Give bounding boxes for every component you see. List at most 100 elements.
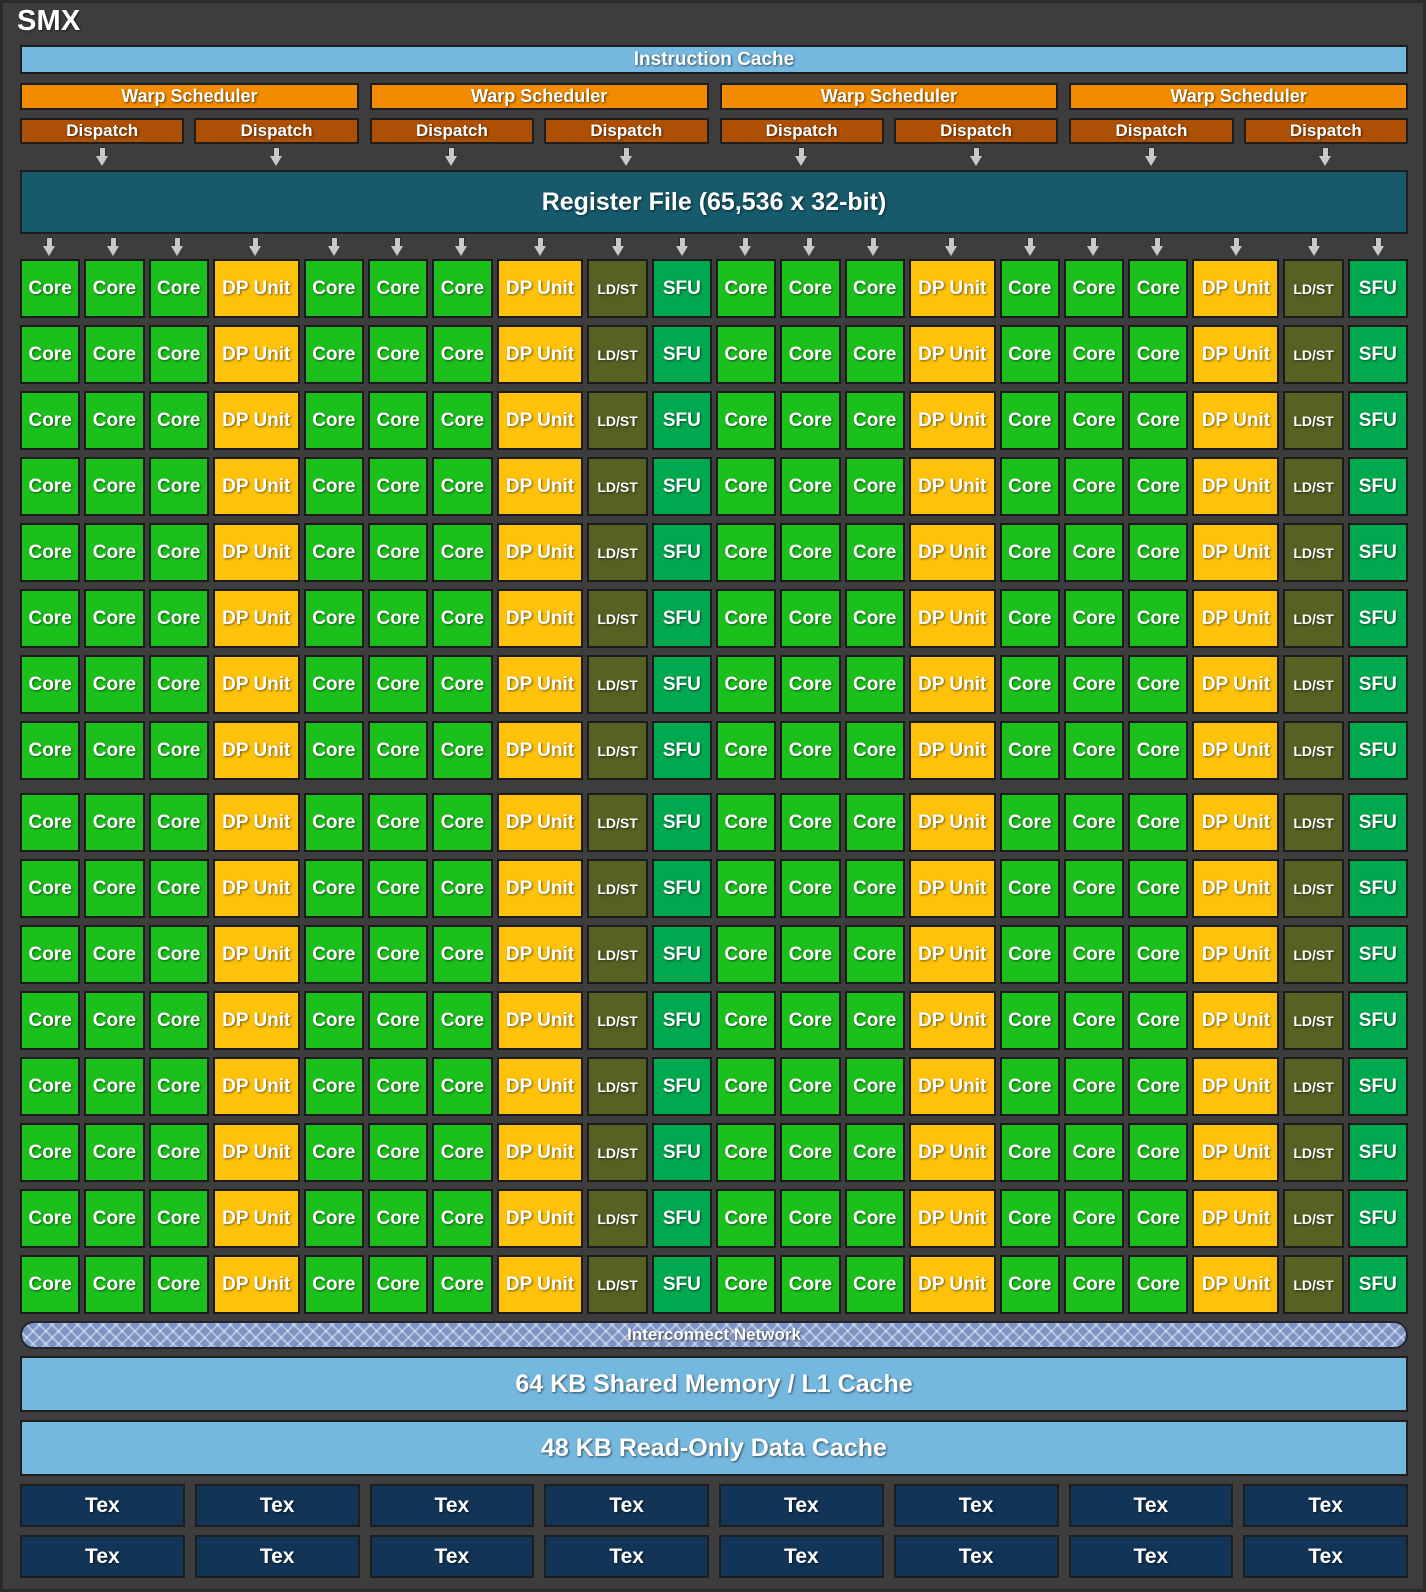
dp-unit: DP Unit bbox=[1192, 457, 1280, 516]
register-file-arrow-cell bbox=[844, 236, 904, 258]
core-unit: Core bbox=[367, 523, 429, 582]
core-unit: Core bbox=[148, 991, 209, 1050]
core-unit: Core bbox=[715, 259, 777, 318]
core-unit: Core bbox=[999, 991, 1060, 1050]
sfu-unit: SFU bbox=[651, 655, 712, 714]
dp-unit: DP Unit bbox=[496, 259, 584, 318]
core-unit: Core bbox=[715, 589, 777, 648]
dp-unit: DP Unit bbox=[908, 1123, 996, 1182]
dp-unit: DP Unit bbox=[1192, 391, 1280, 450]
core-unit: Core bbox=[367, 721, 429, 780]
execution-unit-row: Core Core Core DP Unit Core Core Core DP Unit LD… bbox=[20, 859, 1408, 918]
core-unit: Core bbox=[1128, 457, 1189, 516]
sfu-unit: SFU bbox=[1347, 793, 1408, 852]
ldst-unit: LD/ST bbox=[1283, 1189, 1344, 1248]
texture-unit: Tex bbox=[1243, 1484, 1408, 1527]
dp-unit: DP Unit bbox=[212, 391, 300, 450]
core-unit: Core bbox=[303, 859, 364, 918]
texture-unit: Tex bbox=[893, 1484, 1059, 1527]
dp-unit: DP Unit bbox=[496, 793, 584, 852]
core-unit: Core bbox=[84, 1123, 145, 1182]
dispatch-arrow-cell bbox=[1244, 146, 1408, 168]
register-file-arrow-cell bbox=[20, 236, 80, 258]
core-unit: Core bbox=[20, 457, 81, 516]
down-arrow-icon bbox=[611, 238, 625, 256]
core-unit: Core bbox=[999, 1057, 1060, 1116]
core-unit: Core bbox=[780, 1057, 841, 1116]
down-arrow-icon bbox=[249, 238, 262, 256]
core-unit: Core bbox=[303, 391, 364, 450]
core-unit: Core bbox=[432, 325, 493, 384]
dispatch-arrow-cell bbox=[194, 146, 358, 168]
core-unit: Core bbox=[84, 589, 145, 648]
sfu-unit: SFU bbox=[651, 523, 712, 582]
dp-unit: DP Unit bbox=[212, 655, 300, 714]
core-unit: Core bbox=[999, 457, 1060, 516]
core-unit: Core bbox=[84, 793, 145, 852]
register-file-arrow-cell bbox=[908, 236, 996, 258]
core-unit: Core bbox=[84, 325, 145, 384]
core-unit: Core bbox=[780, 325, 841, 384]
execution-unit-row: Core Core Core DP Unit Core Core Core DP Unit LD… bbox=[20, 325, 1408, 384]
dp-unit: DP Unit bbox=[908, 457, 996, 516]
core-unit: Core bbox=[84, 1057, 145, 1116]
dp-unit: DP Unit bbox=[908, 523, 996, 582]
core-unit: Core bbox=[715, 1123, 777, 1182]
dispatch-arrow-cell bbox=[370, 146, 534, 168]
core-unit: Core bbox=[844, 1123, 905, 1182]
dp-unit: DP Unit bbox=[496, 859, 584, 918]
register-file-arrow-cell bbox=[1348, 236, 1408, 258]
dp-unit: DP Unit bbox=[1192, 793, 1280, 852]
execution-unit-row: Core Core Core DP Unit Core Core Core DP Unit LD… bbox=[20, 1189, 1408, 1248]
core-unit: Core bbox=[844, 325, 905, 384]
core-unit: Core bbox=[844, 925, 905, 984]
down-arrow-icon bbox=[969, 148, 983, 166]
dispatch-unit-8: Dispatch bbox=[1243, 118, 1408, 144]
core-unit: Core bbox=[20, 523, 81, 582]
sfu-unit: SFU bbox=[651, 793, 712, 852]
core-unit: Core bbox=[148, 925, 209, 984]
down-arrow-icon bbox=[455, 238, 468, 256]
core-unit: Core bbox=[84, 721, 145, 780]
warp-scheduler-2: Warp Scheduler bbox=[369, 83, 709, 110]
dispatch-arrow-group-1 bbox=[20, 146, 359, 168]
core-unit: Core bbox=[84, 523, 145, 582]
dp-unit: DP Unit bbox=[908, 259, 996, 318]
core-unit: Core bbox=[1063, 925, 1125, 984]
core-unit: Core bbox=[844, 589, 905, 648]
execution-unit-row: Core Core Core DP Unit Core Core Core DP Unit LD… bbox=[20, 1255, 1408, 1314]
core-unit: Core bbox=[84, 391, 145, 450]
core-unit: Core bbox=[1063, 655, 1125, 714]
core-unit: Core bbox=[844, 1057, 905, 1116]
dp-unit: DP Unit bbox=[496, 523, 584, 582]
down-arrow-icon bbox=[171, 238, 184, 256]
dp-unit: DP Unit bbox=[1192, 925, 1280, 984]
core-unit: Core bbox=[148, 859, 209, 918]
sfu-unit: SFU bbox=[1347, 391, 1408, 450]
ldst-unit: LD/ST bbox=[1283, 793, 1344, 852]
core-unit: Core bbox=[432, 721, 493, 780]
ldst-unit: LD/ST bbox=[587, 991, 648, 1050]
ldst-unit: LD/ST bbox=[587, 457, 648, 516]
dp-unit: DP Unit bbox=[908, 655, 996, 714]
core-unit: Core bbox=[432, 655, 493, 714]
dp-unit: DP Unit bbox=[1192, 259, 1280, 318]
execution-unit-row: Core Core Core DP Unit Core Core Core DP Unit LD… bbox=[20, 793, 1408, 852]
down-arrow-icon bbox=[533, 238, 547, 256]
sfu-unit: SFU bbox=[1347, 1255, 1408, 1314]
core-unit: Core bbox=[999, 1255, 1060, 1314]
core-unit: Core bbox=[84, 259, 145, 318]
sfu-unit: SFU bbox=[1347, 859, 1408, 918]
ldst-unit: LD/ST bbox=[1283, 457, 1344, 516]
ldst-unit: LD/ST bbox=[1283, 925, 1344, 984]
core-unit: Core bbox=[148, 793, 209, 852]
dp-unit: DP Unit bbox=[1192, 523, 1280, 582]
dp-unit: DP Unit bbox=[908, 793, 996, 852]
dp-unit: DP Unit bbox=[908, 925, 996, 984]
core-unit: Core bbox=[303, 457, 364, 516]
ldst-unit: LD/ST bbox=[1283, 391, 1344, 450]
sfu-unit: SFU bbox=[651, 391, 712, 450]
sfu-unit: SFU bbox=[1347, 1123, 1408, 1182]
core-unit: Core bbox=[20, 589, 81, 648]
core-unit: Core bbox=[84, 859, 145, 918]
